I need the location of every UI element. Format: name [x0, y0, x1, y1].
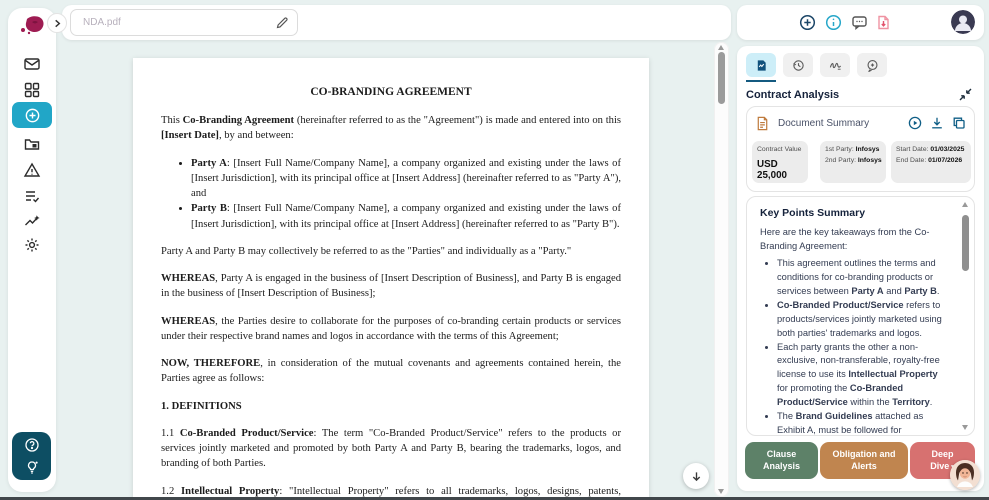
second-party-value: Infosys — [857, 156, 882, 164]
summary-title: Document Summary — [778, 117, 870, 129]
document-summary-card: Document Summary Contract Value USD 25,0… — [746, 106, 975, 192]
document-toolbar — [62, 5, 731, 40]
contract-value: USD 25,000 — [757, 158, 787, 181]
folder-icon[interactable] — [23, 135, 41, 153]
document-paragraph: This Co-Branding Agreement (hereinafter … — [161, 115, 622, 142]
document-paragraph: NOW, THEREFORE, in consideration of the … — [161, 358, 621, 385]
end-date-value: 01/07/2026 — [928, 156, 963, 164]
panel-title: Contract Analysis — [746, 89, 840, 101]
scrollbar-thumb[interactable] — [718, 52, 725, 104]
key-point-item: Co-Branded Product/Service refers to pro… — [777, 299, 946, 341]
start-date-label: Start Date: — [896, 146, 929, 153]
parties-pill: 1st Party: Infosys 2nd Party: Infosys — [820, 141, 886, 183]
document-paragraph: Party A and Party B may collectively be … — [161, 245, 572, 257]
end-date-label: End Date: — [896, 156, 927, 164]
add-circle-icon[interactable] — [799, 14, 816, 31]
filename-field-wrap — [70, 9, 298, 36]
first-party-label: 1st Party: — [825, 146, 854, 153]
start-date-value: 01/03/2025 — [930, 146, 965, 153]
scroll-to-bottom-button[interactable] — [683, 463, 709, 489]
key-points-title: Key Points Summary — [760, 207, 866, 219]
sidebar-expand-button[interactable] — [47, 13, 67, 33]
key-points-scrollbar[interactable] — [961, 202, 970, 430]
scroll-down-arrow-icon[interactable] — [718, 489, 724, 494]
analytics-icon[interactable] — [23, 211, 41, 229]
key-points-list: This agreement outlines the terms and co… — [760, 257, 946, 435]
panel-tabs — [746, 53, 887, 82]
tab-document-analysis[interactable] — [746, 53, 776, 82]
document-scrollbar[interactable] — [714, 42, 729, 497]
sidebar-item-add-active[interactable] — [12, 102, 52, 128]
obligation-alerts-button[interactable]: Obligation and Alerts — [820, 442, 908, 479]
scroll-up-arrow-icon[interactable] — [962, 202, 968, 207]
filename-input[interactable] — [71, 10, 297, 35]
document-title: CO-BRANDING AGREEMENT — [310, 86, 472, 98]
parties-list: Party A: [Insert Full Name/Company Name]… — [161, 156, 621, 232]
download-icon[interactable] — [930, 116, 944, 130]
brand-logo-icon — [17, 13, 49, 41]
help-panel — [12, 432, 51, 480]
edit-filename-icon[interactable] — [275, 16, 289, 30]
assistant-avatar[interactable] — [950, 460, 980, 490]
chat-icon[interactable] — [851, 14, 868, 31]
party-b-item: Party B: [Insert Full Name/Company Name]… — [191, 201, 621, 232]
key-points-intro: Here are the key takeaways from the Co-B… — [760, 227, 930, 251]
party-a-item: Party A: [Insert Full Name/Company Name]… — [191, 156, 621, 202]
second-party-label: 2nd Party: — [825, 156, 856, 164]
tasks-icon[interactable] — [23, 187, 41, 205]
alert-icon[interactable] — [23, 161, 41, 179]
collapse-panel-icon[interactable] — [958, 87, 973, 102]
idea-icon[interactable] — [24, 459, 40, 475]
dashboard-icon[interactable] — [23, 81, 41, 99]
key-points-content: Key Points Summary Here are the key take… — [760, 207, 946, 435]
play-icon[interactable] — [908, 116, 922, 130]
mail-icon[interactable] — [23, 55, 41, 73]
summary-header: Document Summary — [755, 114, 966, 132]
key-points-card: Key Points Summary Here are the key take… — [746, 196, 975, 436]
key-point-item: This agreement outlines the terms and co… — [777, 257, 946, 299]
document-section-heading: 1. DEFINITIONS — [161, 400, 242, 412]
help-icon[interactable] — [24, 437, 40, 453]
summary-doc-icon — [757, 116, 768, 130]
tab-signature[interactable] — [820, 53, 850, 77]
contract-value-label: Contract Value — [757, 146, 802, 153]
dates-pill: Start Date: 01/03/2025 End Date: 01/07/2… — [891, 141, 971, 183]
document-paragraph: WHEREAS, the Parties desire to collabora… — [161, 315, 621, 342]
contract-analysis-panel: Contract Analysis Document Summary Contr… — [737, 46, 984, 491]
scrollbar-thumb[interactable] — [962, 215, 969, 271]
export-pdf-icon[interactable] — [875, 14, 892, 31]
info-icon[interactable] — [825, 14, 842, 31]
key-point-item: Each party grants the other a non-exclus… — [777, 341, 946, 411]
copy-icon[interactable] — [952, 116, 966, 130]
settings-icon[interactable] — [23, 236, 41, 254]
key-point-item: The Brand Guidelines attached as Exhibit… — [777, 410, 946, 435]
user-avatar[interactable] — [951, 10, 975, 34]
contract-value-pill: Contract Value USD 25,000 — [752, 141, 808, 183]
scroll-up-arrow-icon[interactable] — [718, 45, 724, 50]
document-paragraph: 1.1 Co-Branded Product/Service: The term… — [161, 427, 621, 470]
scroll-down-arrow-icon[interactable] — [962, 425, 968, 430]
tab-chat-add[interactable] — [857, 53, 887, 77]
document-paragraph: WHEREAS, Party A is engaged in the busin… — [161, 273, 621, 300]
sidebar — [8, 8, 56, 492]
clause-analysis-button[interactable]: Clause Analysis — [745, 442, 818, 479]
panel-toolbar — [737, 5, 984, 40]
first-party-value: Infosys — [855, 146, 880, 153]
pdf-page: CO-BRANDING AGREEMENT This Co-Branding A… — [133, 58, 649, 500]
tab-history[interactable] — [783, 53, 813, 77]
